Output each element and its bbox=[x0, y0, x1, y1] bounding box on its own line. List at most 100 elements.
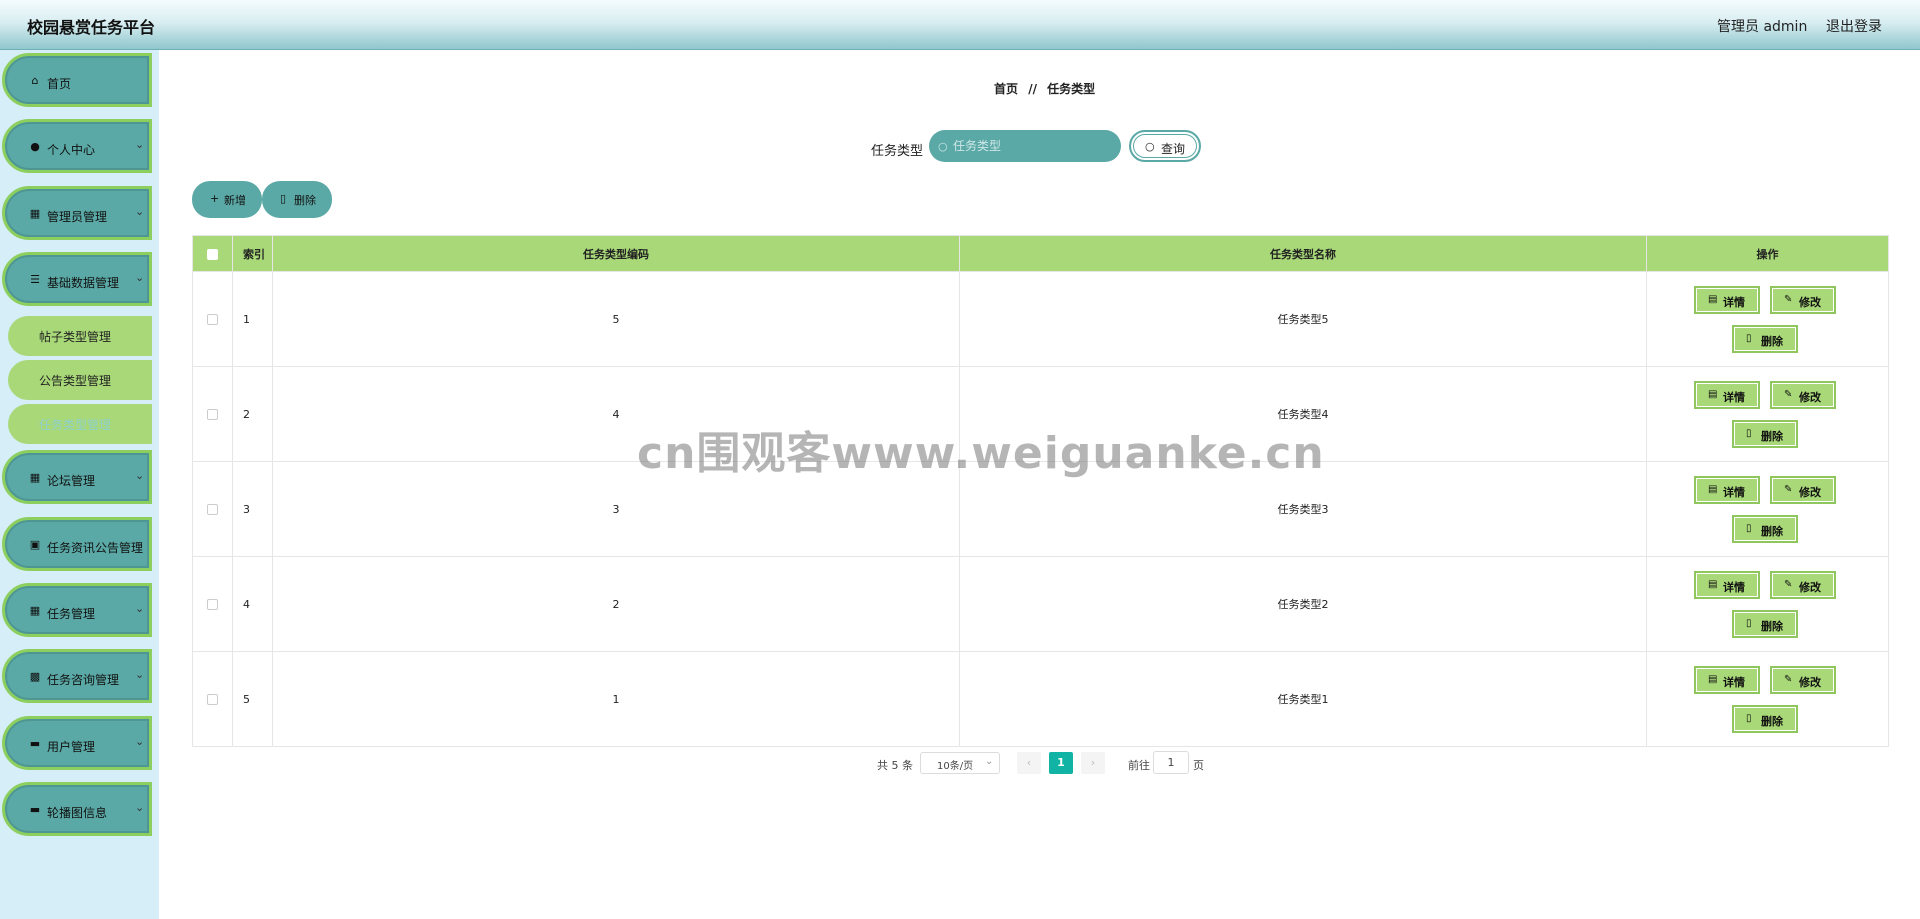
sidebar-item-label: 任务管理 bbox=[47, 607, 96, 621]
table-row: 5 1 任务类型1 ▤ 详情 ✎ 修改 ▯ 删除 bbox=[192, 651, 1889, 747]
row-name: 任务类型3 bbox=[959, 461, 1647, 557]
row-actions: ▤ 详情 ✎ 修改 ▯ 删除 bbox=[1646, 556, 1889, 652]
table-row: 1 5 任务类型5 ▤ 详情 ✎ 修改 ▯ 删除 bbox=[192, 271, 1889, 367]
sidebar-item-label: 个人中心 bbox=[47, 143, 96, 157]
grid-icon: ▦ bbox=[29, 207, 41, 220]
sidebar-item-basic-data-management[interactable]: ☰ 基础数据管理 ⌄ bbox=[2, 252, 152, 306]
column-header-name: 任务类型名称 bbox=[959, 235, 1647, 272]
delete-button[interactable]: ▯ 删除 bbox=[1732, 705, 1798, 733]
document-icon: ▤ bbox=[1708, 484, 1718, 495]
chevron-down-icon: ⌄ bbox=[135, 801, 145, 814]
add-button[interactable]: + 新增 bbox=[192, 181, 262, 218]
sidebar-item-task-consult-management[interactable]: ▩ 任务咨询管理 ⌄ bbox=[2, 649, 152, 703]
delete-button[interactable]: ▯ 删除 bbox=[1732, 610, 1798, 638]
edit-button[interactable]: ✎ 修改 bbox=[1770, 286, 1836, 314]
detail-button[interactable]: ▤ 详情 bbox=[1694, 476, 1760, 504]
row-checkbox[interactable] bbox=[207, 409, 218, 420]
edit-button[interactable]: ✎ 修改 bbox=[1770, 476, 1836, 504]
batch-delete-button[interactable]: ▯ 删除 bbox=[262, 181, 332, 218]
sidebar-item-admin-management[interactable]: ▦ 管理员管理 ⌄ bbox=[2, 186, 152, 240]
pencil-icon: ✎ bbox=[1784, 389, 1793, 400]
sidebar-subitem-post-type[interactable]: 帖子类型管理 bbox=[8, 316, 152, 356]
user-icon: ● bbox=[30, 140, 40, 153]
chevron-right-icon: › bbox=[1090, 756, 1096, 769]
trash-icon: ▯ bbox=[1746, 523, 1752, 534]
edit-button[interactable]: ✎ 修改 bbox=[1770, 666, 1836, 694]
edit-button-label: 修改 bbox=[1799, 296, 1821, 309]
row-checkbox[interactable] bbox=[207, 504, 218, 515]
detail-button[interactable]: ▤ 详情 bbox=[1694, 381, 1760, 409]
sidebar-item-task-news-management[interactable]: ▣ 任务资讯公告管理 ⌄ bbox=[2, 517, 152, 571]
grid-icon: ▦ bbox=[29, 604, 41, 617]
search-input[interactable] bbox=[929, 130, 1121, 162]
delete-button[interactable]: ▯ 删除 bbox=[1732, 420, 1798, 448]
row-select-cell bbox=[192, 651, 233, 747]
row-index: 3 bbox=[232, 461, 273, 557]
sidebar-item-task-management[interactable]: ▦ 任务管理 ⌄ bbox=[2, 583, 152, 637]
sidebar-subitem-task-type[interactable]: 任务类型管理 bbox=[8, 404, 152, 444]
delete-button[interactable]: ▯ 删除 bbox=[1732, 325, 1798, 353]
table-header-row: 索引 任务类型编码 任务类型名称 操作 bbox=[192, 235, 1889, 272]
delete-button-label: 删除 bbox=[1761, 620, 1783, 633]
sidebar-item-forum-management[interactable]: ▦ 论坛管理 ⌄ bbox=[2, 450, 152, 504]
row-code: 1 bbox=[272, 651, 960, 747]
row-actions: ▤ 详情 ✎ 修改 ▯ 删除 bbox=[1646, 271, 1889, 367]
row-checkbox[interactable] bbox=[207, 694, 218, 705]
list-icon: ☰ bbox=[30, 273, 40, 286]
detail-button[interactable]: ▤ 详情 bbox=[1694, 666, 1760, 694]
home-icon: ⌂ bbox=[31, 74, 39, 87]
pencil-icon: ✎ bbox=[1784, 579, 1793, 590]
sidebar-item-label: 任务资讯公告管理 bbox=[47, 541, 144, 555]
delete-button[interactable]: ▯ 删除 bbox=[1732, 515, 1798, 543]
page-number-button[interactable]: 1 bbox=[1049, 752, 1073, 774]
sidebar-item-carousel-info[interactable]: ▬ 轮播图信息 ⌄ bbox=[2, 782, 152, 836]
row-index: 5 bbox=[232, 651, 273, 747]
row-name: 任务类型1 bbox=[959, 651, 1647, 747]
logout-link[interactable]: 退出登录 bbox=[1826, 16, 1882, 36]
detail-button[interactable]: ▤ 详情 bbox=[1694, 286, 1760, 314]
chevron-down-icon: ⌄ bbox=[135, 735, 145, 748]
query-button[interactable]: ○ 查询 bbox=[1129, 130, 1201, 162]
app-title: 校园悬赏任务平台 bbox=[27, 18, 156, 37]
table-row: 3 3 任务类型3 ▤ 详情 ✎ 修改 ▯ 删除 bbox=[192, 461, 1889, 557]
row-checkbox[interactable] bbox=[207, 314, 218, 325]
trash-icon: ▯ bbox=[1746, 333, 1752, 344]
chevron-down-icon: ⌄ bbox=[135, 138, 145, 151]
pencil-icon: ✎ bbox=[1784, 484, 1793, 495]
prev-page-button[interactable]: ‹ bbox=[1017, 752, 1041, 774]
row-select-cell bbox=[192, 461, 233, 557]
select-all-checkbox[interactable] bbox=[207, 248, 218, 260]
sidebar-item-label: 基础数据管理 bbox=[47, 276, 120, 290]
page-size-select[interactable]: 10条/页 ⌄ bbox=[920, 752, 1000, 774]
breadcrumb-home[interactable]: 首页 bbox=[994, 82, 1018, 96]
document-icon: ▤ bbox=[1708, 674, 1718, 685]
query-button-label: 查询 bbox=[1161, 142, 1186, 156]
pencil-icon: ✎ bbox=[1784, 674, 1793, 685]
sidebar-item-home[interactable]: ⌂ 首页 bbox=[2, 53, 152, 107]
row-actions: ▤ 详情 ✎ 修改 ▯ 删除 bbox=[1646, 651, 1889, 747]
page-size-label: 10条/页 bbox=[937, 761, 974, 772]
delete-button-label: 删除 bbox=[1761, 335, 1783, 348]
sidebar-item-user-management[interactable]: ▬ 用户管理 ⌄ bbox=[2, 716, 152, 770]
trash-icon: ▯ bbox=[1746, 713, 1752, 724]
edit-button-label: 修改 bbox=[1799, 676, 1821, 689]
monitor-icon: ▬ bbox=[29, 803, 41, 816]
next-page-button[interactable]: › bbox=[1081, 752, 1105, 774]
edit-button[interactable]: ✎ 修改 bbox=[1770, 381, 1836, 409]
row-code: 2 bbox=[272, 556, 960, 652]
edit-button[interactable]: ✎ 修改 bbox=[1770, 571, 1836, 599]
delete-button-label: 删除 bbox=[1761, 430, 1783, 443]
sidebar-item-personal-center[interactable]: ● 个人中心 ⌄ bbox=[2, 119, 152, 173]
column-header-actions: 操作 bbox=[1646, 235, 1889, 272]
table-row: 2 4 任务类型4 ▤ 详情 ✎ 修改 ▯ 删除 bbox=[192, 366, 1889, 462]
goto-page-input[interactable] bbox=[1153, 751, 1189, 774]
row-checkbox[interactable] bbox=[207, 599, 218, 610]
delete-button-label: 删除 bbox=[1761, 715, 1783, 728]
edit-button-label: 修改 bbox=[1799, 486, 1821, 499]
sidebar-subitem-notice-type[interactable]: 公告类型管理 bbox=[8, 360, 152, 400]
sidebar-subitem-label: 任务类型管理 bbox=[39, 418, 112, 432]
search-icon: ○ bbox=[1145, 140, 1155, 153]
row-select-cell bbox=[192, 556, 233, 652]
detail-button[interactable]: ▤ 详情 bbox=[1694, 571, 1760, 599]
breadcrumb: 首页 // 任务类型 bbox=[994, 80, 1095, 97]
